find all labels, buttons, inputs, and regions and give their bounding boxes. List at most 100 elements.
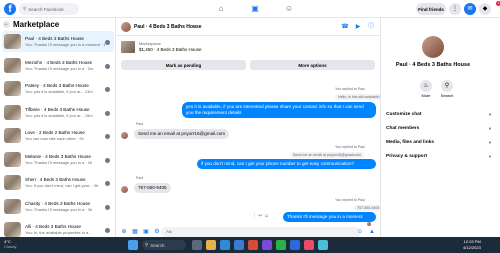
menu-grid-icon[interactable]: ⋮ <box>449 3 461 15</box>
conversation-item[interactable]: Love · 2 Beds 2 Baths House You can now r… <box>2 125 114 146</box>
plus-icon[interactable]: ⊕ <box>120 228 128 236</box>
message-input[interactable]: Aa <box>161 227 361 237</box>
sender-label: Paul <box>136 176 144 180</box>
system-clock[interactable]: 12:03 PM 4/12/2023 <box>463 239 481 250</box>
find-friends-button[interactable]: Find friends <box>416 3 446 15</box>
row-label: Privacy & support <box>386 153 428 159</box>
windows-taskbar: 4°C Cloudy ⚲ Search 12:03 PM 4/12/2023 <box>0 237 500 253</box>
search-label: Search <box>440 93 454 98</box>
incoming-message[interactable]: Send me an email at pnyorr16@gmail.com <box>134 129 230 139</box>
reply-indicator: You replied to Paul <box>335 145 366 149</box>
conversation-item[interactable]: Paul · 4 Beds 3 Baths House You: Thanks I… <box>2 31 114 52</box>
reply-icon[interactable]: ↩ <box>258 213 262 219</box>
conversation-name: Tiffanie · 4 Beds 3 Baths House <box>25 106 90 112</box>
info-icon[interactable]: ⓘ <box>367 23 375 31</box>
listing-thumbnail <box>4 81 21 96</box>
conversation-item[interactable]: Melanie · 4 Beds 3 Baths House You: Thank… <box>2 149 114 170</box>
media-files-links-row[interactable]: Media, files and links ▼ <box>383 136 495 148</box>
conversation-info-panel: Paul · 4 Beds 3 Baths House ♨ Mute ⚲ Sea… <box>380 18 500 237</box>
sender-label: Paul <box>136 122 144 126</box>
taskbar-search[interactable]: ⚲ Search <box>142 240 186 250</box>
mute-label: Mute <box>421 93 431 98</box>
profile-avatar[interactable] <box>422 36 444 58</box>
listing-price[interactable]: $1,450 · 4 Beds 3 Baths House <box>139 47 202 52</box>
chevron-down-icon[interactable]: ▼ <box>192 24 196 29</box>
facebook-logo[interactable]: f <box>4 3 16 15</box>
listing-card: Marketplace $1,450 · 4 Beds 3 Baths Hous… <box>119 38 375 82</box>
gif-icon[interactable]: ⚙ <box>153 228 161 236</box>
conversation-name: Love · 2 Beds 2 Baths House <box>25 130 85 135</box>
windows-start-icon[interactable] <box>128 240 138 250</box>
conversation-text: Sheri · 4 Beds 3 Baths House You: if you … <box>25 177 105 188</box>
conversation-text: Melanie · 4 Beds 3 Baths House You: Thank… <box>25 154 105 165</box>
more-options-button[interactable]: More options <box>250 60 375 70</box>
privacy-support-row[interactable]: Privacy & support ▼ <box>383 150 495 162</box>
conversation-preview: You: Thanks I'll message you in a · 2h <box>25 159 93 165</box>
chat-avatar[interactable] <box>121 22 131 32</box>
phone-icon[interactable]: ☎ <box>341 23 349 31</box>
react-icon[interactable]: ☺ <box>264 213 269 219</box>
notifications-bell-icon[interactable]: ◆ <box>479 3 491 15</box>
chrome-icon[interactable] <box>248 240 258 250</box>
sender-avatar[interactable] <box>121 132 128 139</box>
seen-avatar <box>105 204 110 210</box>
search-icon: ⚲ <box>23 6 27 11</box>
outgoing-message[interactable]: Thanks I'll message you in a moment <box>283 212 376 222</box>
chat-panel: Paul · 4 Beds 3 Baths House ▼ ☎ ▶ ⓘ Mark… <box>117 18 384 237</box>
row-label: Customize chat <box>386 111 422 117</box>
seen-avatar <box>105 110 110 116</box>
listing-label: Marketplace <box>139 41 161 46</box>
store-icon[interactable] <box>234 240 244 250</box>
conversation-item[interactable]: Mezoihn · 4 Beds 3 Baths House You: Thank… <box>2 55 114 76</box>
weather-widget[interactable]: 4°C Cloudy <box>4 239 16 249</box>
app-icon[interactable] <box>276 240 286 250</box>
listing-thumbnail <box>4 222 21 237</box>
conversation-preview: You: yes it is available, if you ar... 1… <box>25 89 93 94</box>
chat-members-row[interactable]: Chat members ▼ <box>383 122 495 134</box>
conversation-item[interactable]: Sheri · 4 Beds 3 Baths House You: if you … <box>2 172 114 193</box>
top-navigation-bar: f ⚲ Search Facebook ⌂ ▣ ☺ Find friends ⋮… <box>0 0 500 18</box>
conversation-item[interactable]: Tiffanie · 4 Beds 3 Baths House You: yes … <box>2 102 114 123</box>
conversation-text: Patsey · 4 Beds 3 Baths House You: yes it… <box>25 83 105 94</box>
clock-date: 4/12/2023 <box>463 244 481 250</box>
conversation-preview: You: hi, the available properties in a..… <box>25 230 92 235</box>
conversation-item[interactable]: Chasity · 4 Beds 3 Baths House You: Thank… <box>2 196 114 217</box>
video-call-icon[interactable]: ▶ <box>354 23 362 31</box>
outgoing-message[interactable]: yes it is available, if you are interest… <box>182 102 376 118</box>
groups-icon[interactable]: ☺ <box>284 4 294 14</box>
app-icon[interactable] <box>304 240 314 250</box>
task-view-icon[interactable] <box>192 240 202 250</box>
search-icon[interactable]: ⚲ <box>441 80 453 92</box>
seen-avatar <box>105 63 110 69</box>
edge-browser-icon[interactable] <box>220 240 230 250</box>
emoji-icon[interactable]: ☺ <box>356 228 364 236</box>
more-icon[interactable]: ⋮ <box>252 213 257 219</box>
conversation-item[interactable]: Patsey · 4 Beds 3 Baths House You: yes it… <box>2 78 114 99</box>
conversation-preview: You: Thanks I'll message you in a moment… <box>25 42 105 47</box>
app-icon[interactable] <box>318 240 328 250</box>
incoming-message[interactable]: 757-550-9405 <box>134 183 171 193</box>
home-icon[interactable]: ⌂ <box>216 4 226 14</box>
sticker-icon[interactable]: ▣ <box>142 228 150 236</box>
listing-thumbnail[interactable] <box>121 41 135 53</box>
message-actions: ⋮ ↩ ☺ <box>252 213 269 219</box>
back-arrow-icon[interactable]: ← <box>3 21 10 28</box>
like-icon[interactable]: ▲ <box>368 228 376 236</box>
mute-bell-icon[interactable]: ♨ <box>420 80 432 92</box>
listing-thumbnail <box>4 175 21 190</box>
outgoing-message[interactable]: if you don't mind, can I get your phone … <box>197 159 376 169</box>
conversation-text: Chasity · 4 Beds 3 Baths House You: Thank… <box>25 201 105 212</box>
app-icon[interactable] <box>262 240 272 250</box>
app-icon[interactable] <box>290 240 300 250</box>
customize-chat-row[interactable]: Customize chat ▼ <box>383 108 495 120</box>
reply-quote: Hello, is this still available? <box>335 94 384 100</box>
conversation-item[interactable]: Alli · 4 Beds 3 Baths House You: hi, the … <box>2 219 114 237</box>
messenger-icon[interactable]: ✉ <box>464 3 476 15</box>
file-explorer-icon[interactable] <box>206 240 216 250</box>
search-facebook-input[interactable]: ⚲ Search Facebook <box>19 3 79 15</box>
sender-avatar[interactable] <box>121 186 128 193</box>
image-icon[interactable]: ▦ <box>131 228 139 236</box>
listing-thumbnail <box>4 57 21 73</box>
mark-as-pending-button[interactable]: Mark as pending <box>121 60 246 70</box>
marketplace-icon[interactable]: ▣ <box>250 4 260 14</box>
